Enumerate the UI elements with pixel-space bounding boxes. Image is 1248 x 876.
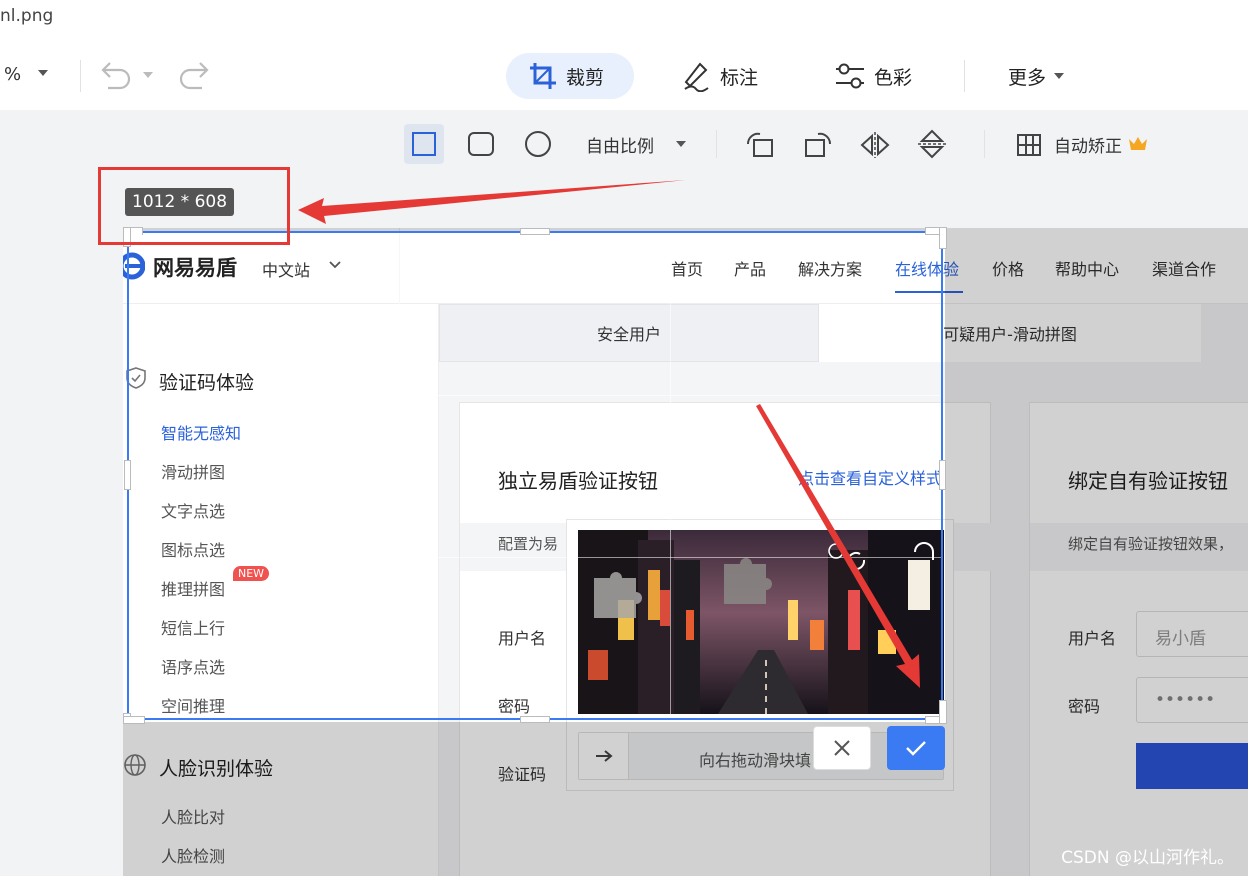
check-icon	[906, 741, 926, 756]
arrow-to-crop-corner-icon	[756, 404, 920, 688]
arrow-to-size-badge-icon	[298, 180, 686, 224]
csdn-watermark: CSDN @以山河作礼。	[1061, 848, 1234, 868]
annotation-arrows	[298, 180, 920, 688]
crop-confirm-button[interactable]	[887, 726, 945, 770]
close-icon	[834, 740, 850, 756]
crop-cancel-button[interactable]	[813, 726, 871, 770]
